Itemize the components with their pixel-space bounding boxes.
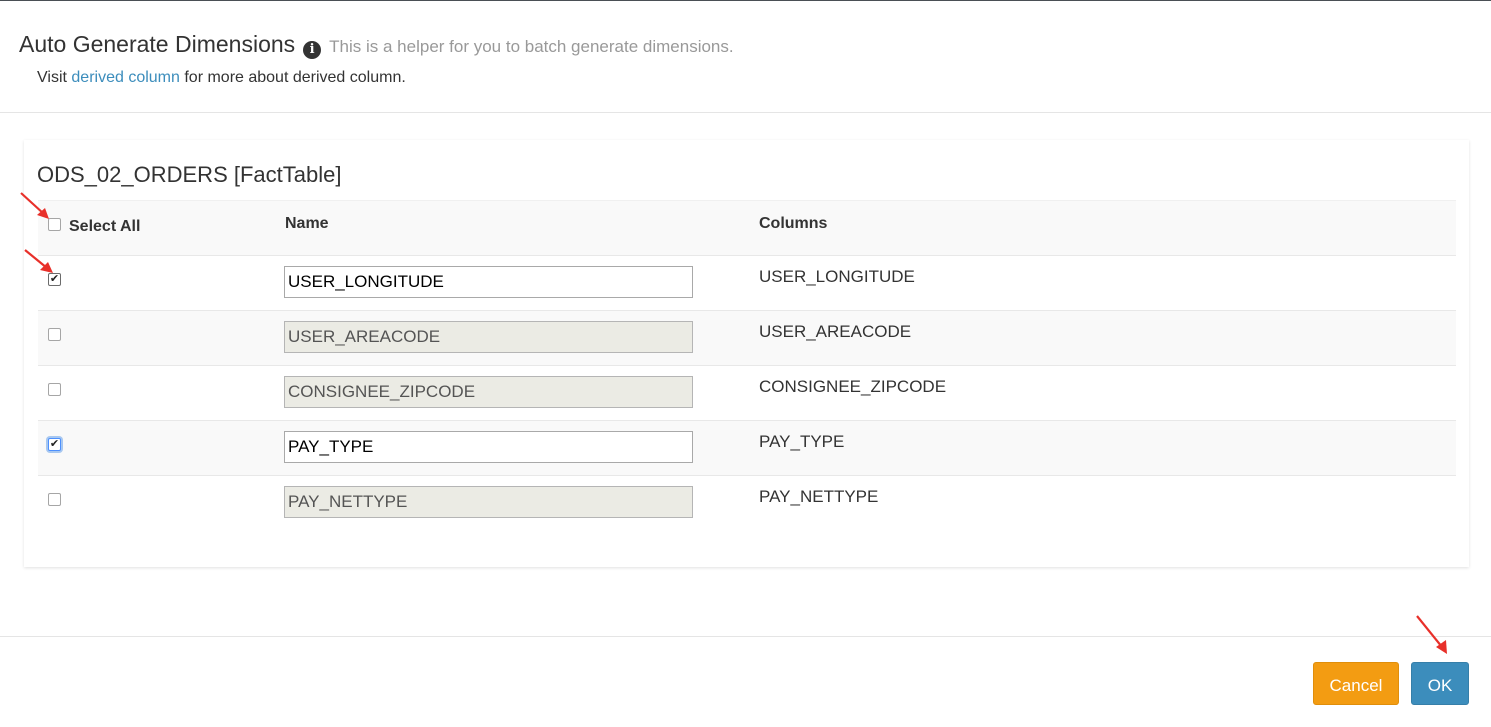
- derived-column-link[interactable]: derived column: [71, 69, 180, 86]
- dimension-name-input: [284, 486, 693, 518]
- ok-button[interactable]: OK: [1411, 662, 1469, 705]
- row-checkbox[interactable]: [48, 493, 61, 506]
- columns-column-header: Columns: [759, 215, 828, 232]
- dimension-name-input: [284, 376, 693, 408]
- column-name: USER_LONGITUDE: [759, 267, 915, 286]
- red-arrow-icon: [24, 249, 53, 273]
- helper-text: This is a helper for you to batch genera…: [329, 37, 734, 56]
- dimension-name-input[interactable]: [284, 266, 693, 298]
- visit-suffix: for more about derived column.: [184, 69, 406, 86]
- table-row: ✔ USER_LONGITUDE: [38, 255, 1456, 310]
- dimension-name-input: [284, 321, 693, 353]
- table-row: CONSIGNEE_ZIPCODE: [38, 365, 1456, 420]
- row-checkbox[interactable]: [48, 328, 61, 341]
- red-arrow-icon: [1416, 615, 1447, 654]
- title-row: Auto Generate Dimensions i This is a hel…: [19, 31, 734, 63]
- table-header-row: Select All Name Columns: [38, 200, 1456, 255]
- modal-header: Auto Generate Dimensions i This is a hel…: [0, 1, 1491, 113]
- column-name: CONSIGNEE_ZIPCODE: [759, 377, 947, 396]
- name-column-header: Name: [285, 215, 329, 232]
- red-arrow-icon: [20, 192, 49, 219]
- column-name: PAY_TYPE: [759, 432, 845, 451]
- column-name: USER_AREACODE: [759, 322, 912, 341]
- table-panel: ODS_02_ORDERS [FactTable] Select All Nam…: [24, 140, 1469, 567]
- info-circle-icon[interactable]: i: [303, 41, 322, 59]
- modal-title: Auto Generate Dimensions: [19, 31, 296, 57]
- select-all-label: Select All: [69, 218, 141, 235]
- visit-prefix: Visit: [37, 69, 67, 86]
- table-row: USER_AREACODE: [38, 310, 1456, 365]
- table-row: ✔ PAY_TYPE: [38, 420, 1456, 475]
- row-checkbox[interactable]: [48, 383, 61, 396]
- dimension-name-input[interactable]: [284, 431, 693, 463]
- row-checkbox[interactable]: ✔: [48, 438, 61, 451]
- table-row: PAY_NETTYPE: [38, 475, 1456, 530]
- cancel-button[interactable]: Cancel: [1313, 662, 1399, 705]
- modal-footer: Cancel OK: [0, 636, 1491, 727]
- column-name: PAY_NETTYPE: [759, 487, 879, 506]
- visit-text: Visit derived column for more about deri…: [37, 69, 406, 87]
- panel-title: ODS_02_ORDERS [FactTable]: [37, 162, 342, 187]
- dimensions-table: Select All Name Columns ✔ USER_LONGITUDE…: [38, 200, 1456, 530]
